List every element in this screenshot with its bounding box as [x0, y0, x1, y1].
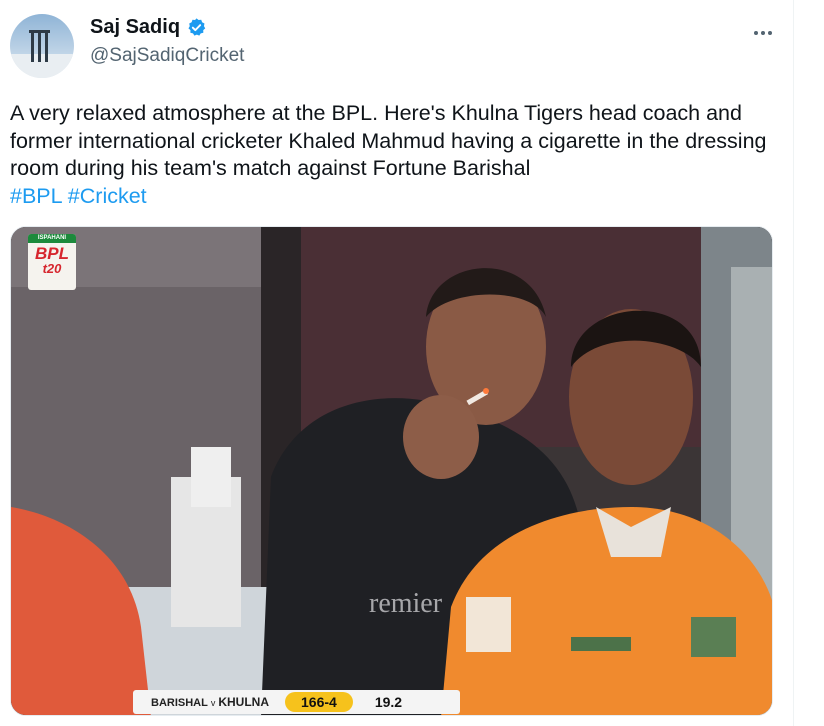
tweet-author: Saj Sadiq @SajSadiqCricket — [90, 16, 244, 67]
more-options-icon[interactable] — [748, 22, 778, 44]
dressing-room-photo: remier — [11, 227, 772, 715]
author-display-name[interactable]: Saj Sadiq — [90, 16, 180, 39]
team1-name: BARISHAL — [151, 697, 208, 709]
logo-brand: ISPAHANI — [28, 234, 76, 243]
tweet-text: A very relaxed atmosphere at the BPL. He… — [10, 100, 780, 210]
overs-count: 19.2 — [374, 694, 403, 710]
verified-badge-icon — [188, 18, 206, 36]
timeline-divider — [793, 0, 794, 726]
tweet-media-image[interactable]: remier ISPAHANI BPL t20 BARISHAL v KHULNA … — [10, 226, 773, 716]
logo-subtitle: t20 — [42, 261, 62, 276]
versus-label: v — [210, 698, 216, 708]
logo-title: BPL — [35, 244, 69, 263]
avatar[interactable] — [10, 14, 74, 78]
author-handle[interactable]: @SajSadiqCricket — [90, 45, 244, 67]
scoreboard-teams: BARISHAL v KHULNA — [133, 695, 285, 709]
shirt-text: remier — [369, 588, 443, 619]
scoreboard: BARISHAL v KHULNA 166-4 19.2 — [133, 690, 460, 714]
hashtag-bpl[interactable]: #BPL — [10, 184, 62, 208]
hashtag-cricket[interactable]: #Cricket — [68, 184, 147, 208]
tweet-body: A very relaxed atmosphere at the BPL. He… — [10, 101, 767, 180]
score-badge: 166-4 — [285, 692, 353, 712]
team2-name: KHULNA — [218, 695, 270, 709]
bpl-t20-logo: ISPAHANI BPL t20 — [28, 234, 76, 290]
avatar-image — [10, 14, 74, 78]
